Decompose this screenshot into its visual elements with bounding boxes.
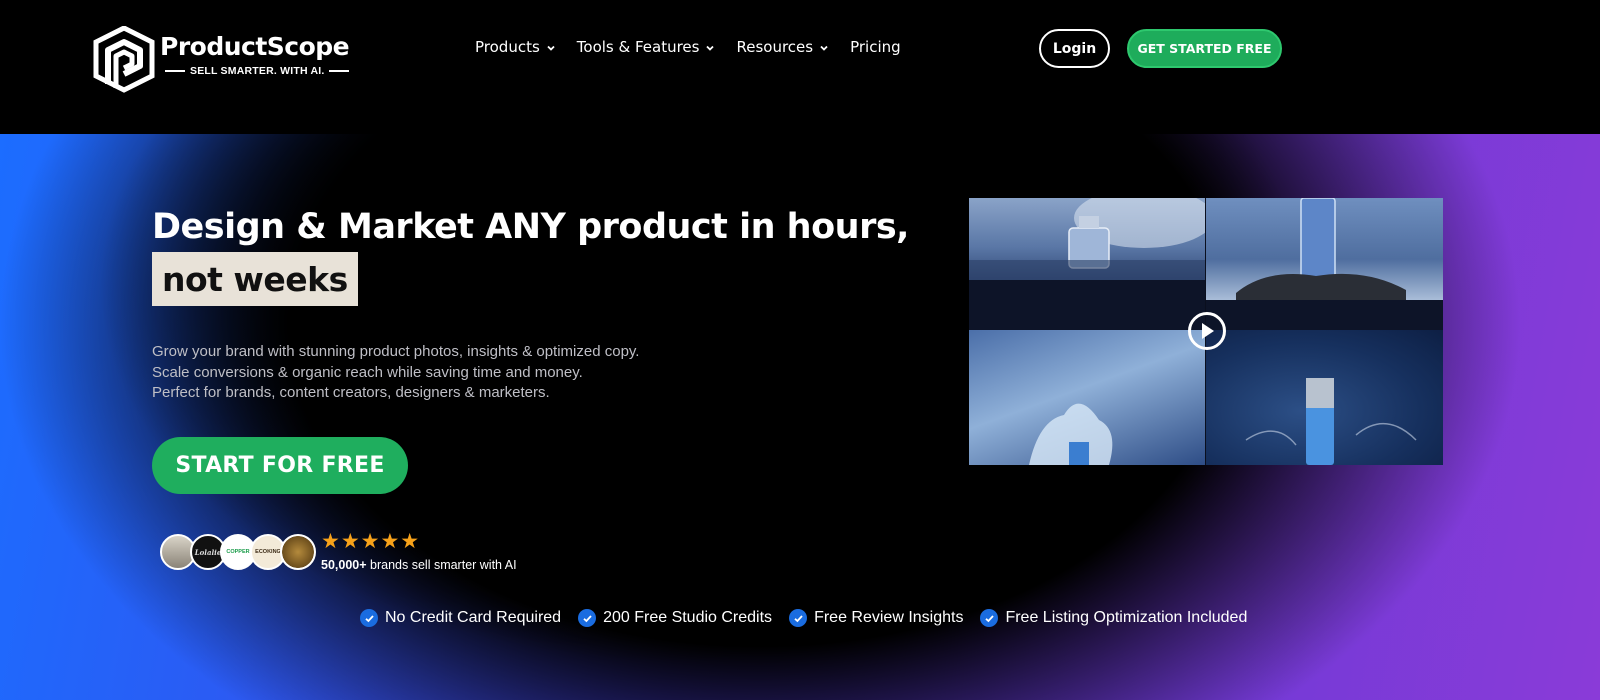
nav-item-products[interactable]: Products xyxy=(475,38,556,56)
media-divider xyxy=(1206,300,1443,330)
nav-item-resources[interactable]: Resources xyxy=(736,38,829,56)
nav-item-label: Tools & Features xyxy=(576,38,700,56)
check-circle-icon xyxy=(980,609,999,627)
tagline-rule-left xyxy=(165,70,185,72)
brand-tagline: SELL SMARTER. WITH AI. xyxy=(160,65,354,77)
login-button[interactable]: Login xyxy=(1039,29,1110,68)
rating-caption: brands sell smarter with AI xyxy=(366,557,517,572)
feature-checklist: No Credit Card Required 200 Free Studio … xyxy=(360,609,1247,627)
brand-avatar-5 xyxy=(280,534,316,570)
brand-count: 50,000+ xyxy=(321,557,367,572)
site-header: ProductScope SELL SMARTER. WITH AI. Prod… xyxy=(0,0,1600,134)
brand-avatar-label: ECOKING xyxy=(255,549,281,555)
productscope-logo-icon xyxy=(93,26,155,93)
hero-title: Design & Market ANY product in hours, xyxy=(152,207,909,247)
product-image-serum-bottle xyxy=(1206,330,1443,465)
product-image-perfume-mist xyxy=(969,198,1205,280)
perfume-bottle-icon xyxy=(969,198,1205,280)
hero-description: Grow your brand with stunning product ph… xyxy=(152,342,639,404)
tagline-rule-right xyxy=(329,70,350,72)
hero-description-line: Scale conversions & organic reach while … xyxy=(152,363,583,381)
nav-item-label: Resources xyxy=(736,38,814,56)
brand-avatar-label: COPPER xyxy=(226,549,250,555)
feature-label: Free Review Insights xyxy=(814,609,964,626)
product-image-bottle-on-rock xyxy=(1206,198,1443,300)
feature-item: Free Review Insights xyxy=(789,609,963,627)
nav-item-pricing[interactable]: Pricing xyxy=(850,38,901,56)
splash-icon xyxy=(1029,403,1113,465)
nav-item-label: Pricing xyxy=(850,38,901,56)
rating-block: ★★★★★ 50,000+ brands sell smarter with A… xyxy=(321,531,517,572)
check-circle-icon xyxy=(789,609,808,627)
bottle-on-rock-icon xyxy=(1236,198,1406,300)
check-circle-icon xyxy=(578,609,597,627)
feature-item: No Credit Card Required xyxy=(360,609,561,627)
hero-section: Design & Market ANY product in hours, no… xyxy=(0,134,1600,700)
brand-tagline-text: SELL SMARTER. WITH AI. xyxy=(190,65,325,77)
product-video-thumbnail[interactable] xyxy=(969,198,1443,465)
chevron-down-icon xyxy=(547,45,555,51)
social-proof: Lolalie COPPER ECOKING ★★★★★ 50,000+ bra… xyxy=(160,531,517,574)
get-started-free-button[interactable]: GET STARTED FREE xyxy=(1127,29,1282,68)
brand-avatar-label: Lolalie xyxy=(194,547,222,557)
hero-title-highlight: not weeks xyxy=(152,252,358,306)
nav-item-tools-features[interactable]: Tools & Features xyxy=(577,38,716,56)
brand-text: ProductScope SELL SMARTER. WITH AI. xyxy=(160,34,354,77)
feature-label: Free Listing Optimization Included xyxy=(1005,609,1248,626)
start-for-free-button[interactable]: START FOR FREE xyxy=(152,437,408,494)
hero-description-line: Perfect for brands, content creators, de… xyxy=(152,384,550,401)
media-divider xyxy=(969,280,1205,330)
brand-logo[interactable]: ProductScope SELL SMARTER. WITH AI. xyxy=(92,26,354,98)
hero-description-line: Grow your brand with stunning product ph… xyxy=(152,343,640,360)
play-icon[interactable] xyxy=(1188,312,1226,350)
nav-item-label: Products xyxy=(475,38,540,56)
rating-text: 50,000+ brands sell smarter with AI xyxy=(321,558,517,572)
star-rating-icon: ★★★★★ xyxy=(321,529,421,553)
serum-bottle-icon xyxy=(1245,378,1417,465)
main-nav: Products Tools & Features Resources Pric… xyxy=(475,38,901,56)
brand-avatars: Lolalie COPPER ECOKING xyxy=(160,534,318,574)
feature-label: No Credit Card Required xyxy=(385,609,562,626)
product-image-blue-splash xyxy=(969,330,1205,465)
feature-label: 200 Free Studio Credits xyxy=(603,609,773,626)
chevron-down-icon xyxy=(820,45,828,51)
check-circle-icon xyxy=(360,609,378,627)
feature-item: Free Listing Optimization Included xyxy=(980,609,1247,627)
feature-item: 200 Free Studio Credits xyxy=(578,609,772,627)
brand-name: ProductScope xyxy=(160,32,350,61)
chevron-down-icon xyxy=(706,45,715,51)
